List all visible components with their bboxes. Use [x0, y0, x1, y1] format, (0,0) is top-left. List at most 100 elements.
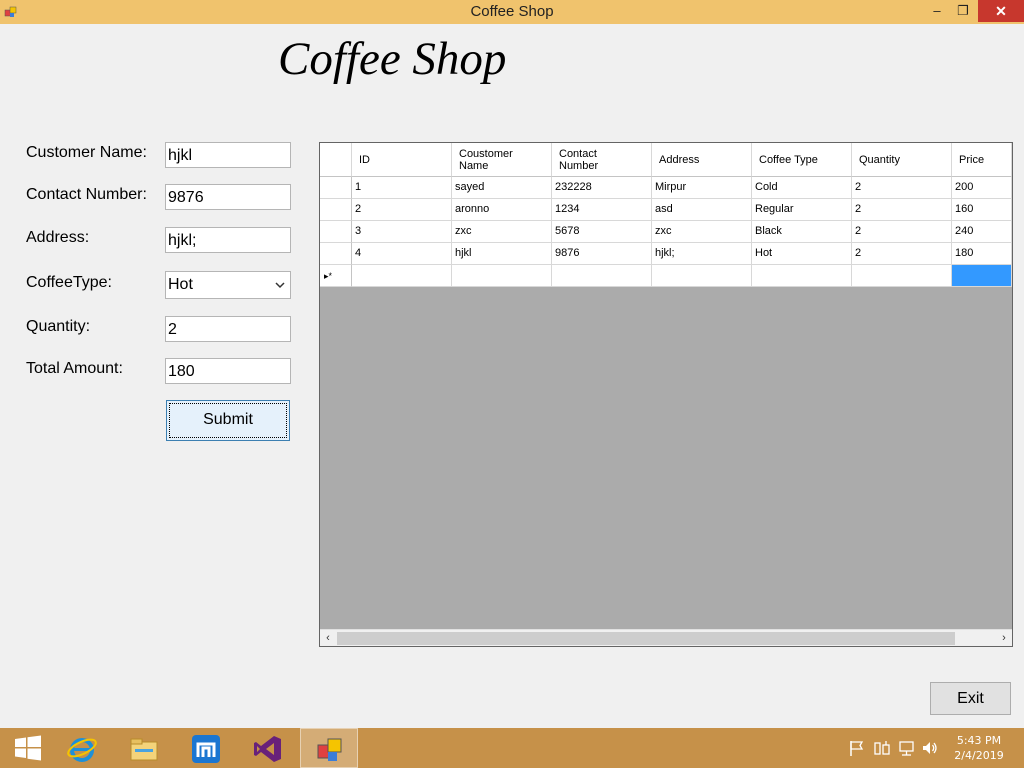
- cell-quantity[interactable]: 2: [852, 177, 952, 199]
- windows-logo-icon: [15, 735, 41, 761]
- coffee-type-select[interactable]: Hot: [165, 271, 291, 299]
- cell-price[interactable]: 200: [952, 177, 1012, 199]
- minimize-button[interactable]: –: [924, 0, 950, 22]
- table-row[interactable]: 3 zxc 5678 zxc Black 2 240: [320, 221, 1012, 243]
- cell-contact-number[interactable]: 1234: [552, 199, 652, 221]
- total-amount-label: Total Amount:: [26, 360, 123, 377]
- cell-price[interactable]: 180: [952, 243, 1012, 265]
- column-header-coffee-type[interactable]: Coffee Type: [752, 143, 852, 177]
- grid-corner-header[interactable]: [320, 143, 352, 177]
- grid-header: ID Coustomer Name Contact Number Address C…: [320, 143, 1012, 177]
- cell-new[interactable]: [752, 265, 852, 287]
- address-input[interactable]: hjkl;: [165, 227, 291, 253]
- window-title: Coffee Shop: [470, 3, 554, 20]
- visual-studio-icon: [254, 736, 281, 762]
- row-header[interactable]: [320, 221, 352, 243]
- submit-button[interactable]: Submit: [166, 400, 290, 441]
- column-header-label: Price: [959, 153, 985, 166]
- cell-new[interactable]: [552, 265, 652, 287]
- system-clock[interactable]: 5:43 PM 2/4/2019: [946, 733, 1012, 763]
- cell-address[interactable]: asd: [652, 199, 752, 221]
- title-bar[interactable]: Coffee Shop – ❐ ✕: [0, 0, 1024, 24]
- column-header-customer-name[interactable]: Coustomer Name: [452, 143, 552, 177]
- orders-grid[interactable]: ID Coustomer Name Contact Number Address C…: [319, 142, 1013, 647]
- cell-customer-name[interactable]: zxc: [452, 221, 552, 243]
- column-header-label: ID: [359, 153, 370, 166]
- cell-new[interactable]: [352, 265, 452, 287]
- cell-coffee-type[interactable]: Cold: [752, 177, 852, 199]
- cell-coffee-type[interactable]: Black: [752, 221, 852, 243]
- cell-price[interactable]: 240: [952, 221, 1012, 243]
- scroll-left-icon[interactable]: ‹: [322, 631, 334, 646]
- cell-id[interactable]: 2: [352, 199, 452, 221]
- close-button[interactable]: ✕: [978, 0, 1024, 22]
- cell-selected[interactable]: [952, 265, 1012, 287]
- cell-contact-number[interactable]: 5678: [552, 221, 652, 243]
- taskbar-maxthon[interactable]: [177, 728, 235, 768]
- start-button[interactable]: [0, 728, 58, 768]
- column-header-label: Coffee Type: [759, 153, 818, 166]
- taskbar-coffee-shop-app[interactable]: [300, 728, 358, 768]
- table-row[interactable]: 1 sayed 232228 Mirpur Cold 2 200: [320, 177, 1012, 199]
- total-amount-input[interactable]: 180: [165, 358, 291, 384]
- coffee-type-value: Hot: [168, 276, 193, 293]
- new-row-marker[interactable]: ▸*: [320, 265, 352, 287]
- taskbar-file-explorer[interactable]: [115, 728, 173, 768]
- cell-quantity[interactable]: 2: [852, 199, 952, 221]
- cell-id[interactable]: 1: [352, 177, 452, 199]
- column-header-address[interactable]: Address: [652, 143, 752, 177]
- network-icon[interactable]: [898, 739, 916, 757]
- app-icon: [317, 738, 342, 761]
- cell-customer-name[interactable]: hjkl: [452, 243, 552, 265]
- column-header-price[interactable]: Price: [952, 143, 1012, 177]
- cell-contact-number[interactable]: 232228: [552, 177, 652, 199]
- taskbar-visual-studio[interactable]: [239, 728, 297, 768]
- scrollbar-thumb[interactable]: [337, 632, 955, 645]
- cell-new[interactable]: [452, 265, 552, 287]
- chevron-down-icon: [275, 282, 285, 289]
- customer-name-label: Customer Name:: [26, 144, 147, 161]
- column-header-label: Number: [559, 159, 599, 172]
- row-header[interactable]: [320, 199, 352, 221]
- power-icon[interactable]: [873, 739, 891, 757]
- folder-icon: [130, 738, 158, 761]
- table-row[interactable]: 4 hjkl 9876 hjkl; Hot 2 180: [320, 243, 1012, 265]
- cell-new[interactable]: [652, 265, 752, 287]
- address-label: Address:: [26, 229, 90, 246]
- volume-icon[interactable]: [921, 739, 939, 757]
- clock-date: 2/4/2019: [954, 749, 1004, 762]
- new-row[interactable]: ▸*: [320, 265, 1012, 287]
- cell-coffee-type[interactable]: Regular: [752, 199, 852, 221]
- cell-coffee-type[interactable]: Hot: [752, 243, 852, 265]
- cell-customer-name[interactable]: aronno: [452, 199, 552, 221]
- exit-button[interactable]: Exit: [930, 682, 1011, 715]
- cell-quantity[interactable]: 2: [852, 243, 952, 265]
- horizontal-scrollbar[interactable]: ‹ ›: [320, 629, 1012, 646]
- column-header-quantity[interactable]: Quantity: [852, 143, 952, 177]
- cell-address[interactable]: zxc: [652, 221, 752, 243]
- cell-price[interactable]: 160: [952, 199, 1012, 221]
- column-header-id[interactable]: ID: [352, 143, 452, 177]
- cell-quantity[interactable]: 2: [852, 221, 952, 243]
- cell-new[interactable]: [852, 265, 952, 287]
- maximize-button[interactable]: ❐: [950, 0, 976, 22]
- column-header-label: Name: [459, 159, 489, 172]
- cell-customer-name[interactable]: sayed: [452, 177, 552, 199]
- cell-contact-number[interactable]: 9876: [552, 243, 652, 265]
- cell-address[interactable]: hjkl;: [652, 243, 752, 265]
- quantity-label: Quantity:: [26, 318, 91, 335]
- app-window: Coffee Shop – ❐ ✕ Coffee Shop Customer N…: [0, 0, 1024, 728]
- customer-name-input[interactable]: hjkl: [165, 142, 291, 168]
- scroll-right-icon[interactable]: ›: [998, 631, 1010, 646]
- row-header[interactable]: [320, 177, 352, 199]
- quantity-input[interactable]: 2: [165, 316, 291, 342]
- taskbar-internet-explorer[interactable]: [53, 728, 111, 768]
- cell-id[interactable]: 4: [352, 243, 452, 265]
- column-header-contact-number[interactable]: Contact Number: [552, 143, 652, 177]
- cell-address[interactable]: Mirpur: [652, 177, 752, 199]
- table-row[interactable]: 2 aronno 1234 asd Regular 2 160: [320, 199, 1012, 221]
- row-header[interactable]: [320, 243, 352, 265]
- action-center-flag-icon[interactable]: [848, 739, 866, 757]
- contact-number-input[interactable]: 9876: [165, 184, 291, 210]
- cell-id[interactable]: 3: [352, 221, 452, 243]
